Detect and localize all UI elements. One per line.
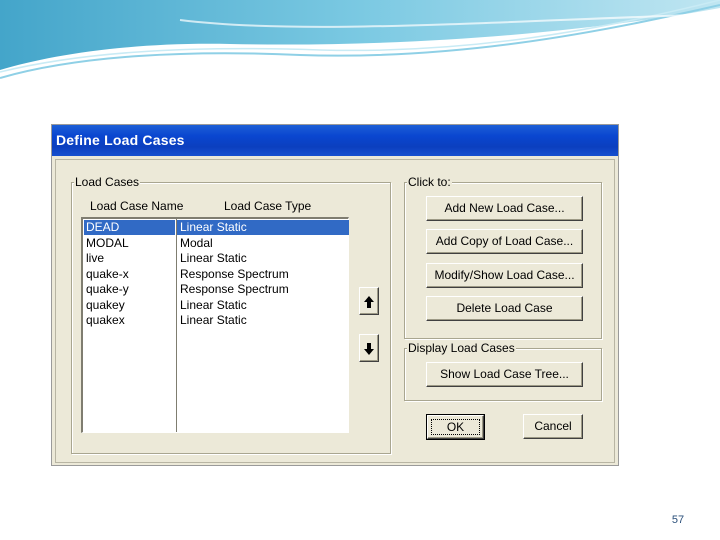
add-new-load-case-label: Add New Load Case... <box>444 201 565 215</box>
modify-show-load-case-label: Modify/Show Load Case... <box>434 268 575 282</box>
list-item[interactable]: DEAD Linear Static <box>83 220 349 235</box>
load-case-type: Linear Static <box>180 251 247 265</box>
click-to-group-label: Click to: <box>407 175 452 189</box>
list-item[interactable]: quake-x Response Spectrum <box>83 267 349 282</box>
list-item[interactable]: quake-y Response Spectrum <box>83 282 349 297</box>
load-cases-list[interactable]: DEAD Linear Static MODAL Modal live Line… <box>81 217 349 433</box>
list-item[interactable]: quakey Linear Static <box>83 298 349 313</box>
load-case-name: DEAD <box>84 220 175 235</box>
show-load-case-tree-button[interactable]: Show Load Case Tree... <box>426 362 583 387</box>
slide-header-decoration <box>0 0 720 79</box>
move-down-button[interactable] <box>359 334 379 362</box>
load-case-type: Linear Static <box>180 313 247 327</box>
load-case-name: live <box>86 251 105 265</box>
column-header-name: Load Case Name <box>90 199 184 213</box>
dialog-title-bar[interactable]: Define Load Cases <box>52 125 618 156</box>
add-copy-load-case-button[interactable]: Add Copy of Load Case... <box>426 229 583 254</box>
ok-button[interactable]: OK <box>426 414 485 440</box>
load-case-name: MODAL <box>86 235 129 250</box>
cancel-button[interactable]: Cancel <box>523 414 583 439</box>
show-load-case-tree-label: Show Load Case Tree... <box>440 367 569 381</box>
focus-rectangle <box>431 419 480 435</box>
column-header-type: Load Case Type <box>224 199 312 213</box>
move-up-button[interactable] <box>359 287 379 315</box>
add-copy-load-case-label: Add Copy of Load Case... <box>435 234 574 248</box>
load-case-type: Linear Static <box>177 220 349 235</box>
list-item[interactable]: live Linear Static <box>83 251 349 266</box>
dialog-title: Define Load Cases <box>56 132 185 148</box>
load-case-type: Response Spectrum <box>180 266 289 281</box>
slide-page-number: 57 <box>671 514 685 526</box>
delete-load-case-button[interactable]: Delete Load Case <box>426 296 583 321</box>
display-load-cases-group-label: Display Load Cases <box>407 341 516 355</box>
delete-load-case-label: Delete Load Case <box>456 301 553 315</box>
modify-show-load-case-button[interactable]: Modify/Show Load Case... <box>426 263 583 288</box>
list-item[interactable]: MODAL Modal <box>83 236 349 251</box>
load-case-name: quakey <box>86 297 125 312</box>
list-item[interactable]: quakex Linear Static <box>83 313 349 328</box>
load-case-type: Response Spectrum <box>180 282 289 296</box>
load-case-type: Linear Static <box>180 297 247 312</box>
load-case-name: quake-x <box>86 266 129 281</box>
load-cases-group-label: Load Cases <box>74 175 141 189</box>
define-load-cases-dialog: Define Load Cases Load Cases Load Case N… <box>51 124 619 466</box>
load-case-name: quake-y <box>86 282 129 296</box>
arrow-up-icon <box>364 296 374 308</box>
cancel-label: Cancel <box>534 419 572 433</box>
load-case-name: quakex <box>86 313 125 327</box>
arrow-down-icon <box>364 343 374 355</box>
load-case-type: Modal <box>180 235 213 250</box>
add-new-load-case-button[interactable]: Add New Load Case... <box>426 196 583 221</box>
